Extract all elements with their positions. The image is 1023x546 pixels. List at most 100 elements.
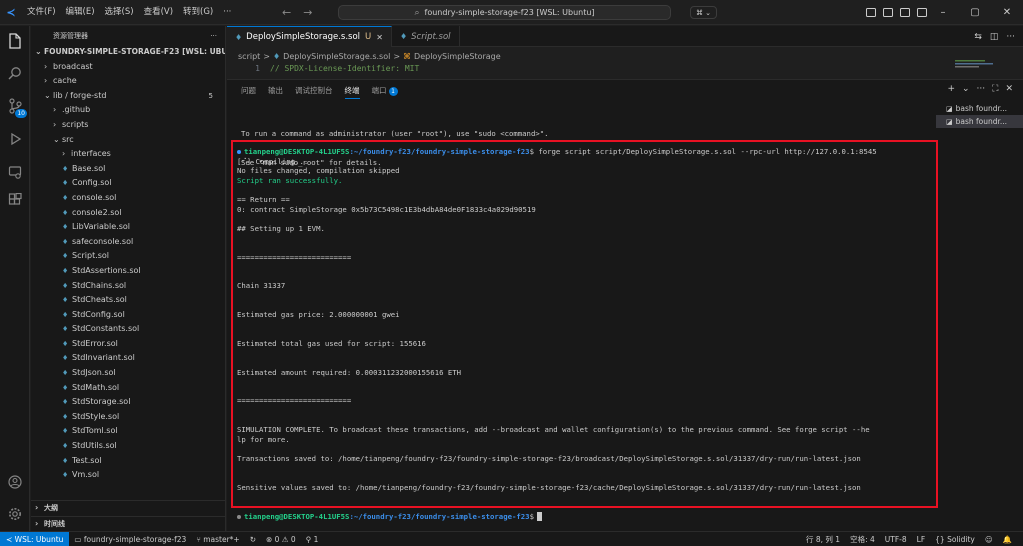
tree-file[interactable]: ♦ StdJson.sol xyxy=(31,366,225,381)
toggle-secondary-sidebar-icon[interactable] xyxy=(900,8,910,17)
copilot-status-icon[interactable]: ☺ xyxy=(980,535,998,544)
tree-folder[interactable]: › cache xyxy=(31,74,225,89)
terminal-dropdown-icon[interactable]: ⌄ xyxy=(962,84,970,94)
tree-file[interactable]: ♦ StdError.sol xyxy=(31,337,225,352)
tree-folder[interactable]: ⌄ src xyxy=(31,133,225,148)
tab-terminal[interactable]: 终端 xyxy=(344,85,360,99)
tab-script-sol[interactable]: ♦ Script.sol xyxy=(392,26,460,47)
terminal-output[interactable]: tianpeng@DESKTOP-4L1UF5S:~/foundry-f23/f… xyxy=(237,147,937,522)
explorer-more-icon[interactable]: ··· xyxy=(210,32,217,40)
tree-file[interactable]: ♦ StdStyle.sol xyxy=(31,410,225,425)
remote-explorer-icon[interactable] xyxy=(5,162,25,182)
problems-indicator[interactable]: ⊗ 0 ⚠ 0 xyxy=(261,535,301,544)
tree-file[interactable]: ♦ Config.sol xyxy=(31,176,225,191)
tree-folder[interactable]: › .github xyxy=(31,103,225,118)
project-indicator[interactable]: ▭ foundry-simple-storage-f23 xyxy=(69,535,191,544)
tab-output[interactable]: 输出 xyxy=(268,85,283,99)
timeline-section[interactable]: › 时间线 xyxy=(31,516,225,531)
outline-section[interactable]: › 大纲 xyxy=(31,500,225,515)
terminal-instance-active[interactable]: ◪ bash foundr... xyxy=(936,115,1023,128)
command-center-search[interactable]: ⌕ foundry-simple-storage-f23 [WSL: Ubunt… xyxy=(338,5,671,20)
breadcrumb-file[interactable]: DeploySimpleStorage.s.sol xyxy=(283,52,390,61)
tree-file[interactable]: ♦ LibVariable.sol xyxy=(31,220,225,235)
extensions-icon[interactable] xyxy=(5,190,25,210)
tree-file[interactable]: ♦ Base.sol xyxy=(31,162,225,177)
source-control-icon[interactable]: 10 xyxy=(5,96,27,118)
close-tab-icon[interactable]: ✕ xyxy=(376,33,383,42)
close-panel-icon[interactable]: ✕ xyxy=(1005,84,1013,94)
customize-layout-icon[interactable] xyxy=(917,8,927,17)
explorer-title: 资源管理器 xyxy=(53,31,88,40)
menu-edit[interactable]: 编辑(E) xyxy=(61,0,100,25)
split-editor-icon[interactable]: ◫ xyxy=(990,32,999,42)
minimize-button[interactable]: – xyxy=(927,7,959,18)
search-view-icon[interactable] xyxy=(5,63,25,83)
tree-file[interactable]: ♦ StdUtils.sol xyxy=(31,439,225,454)
tab-deploy-simple-storage[interactable]: ♦ DeploySimpleStorage.s.sol U ✕ xyxy=(227,26,392,47)
tree-file[interactable]: ♦ StdConstants.sol xyxy=(31,322,225,337)
indentation[interactable]: 空格: 4 xyxy=(845,534,880,545)
cursor-position[interactable]: 行 8, 列 1 xyxy=(801,534,845,545)
tree-folder[interactable]: ⌄ lib / forge-std 5 xyxy=(31,89,225,104)
run-debug-icon[interactable] xyxy=(5,129,25,149)
more-actions-icon[interactable]: ··· xyxy=(1006,32,1015,42)
menu-selection[interactable]: 选择(S) xyxy=(100,0,139,25)
notifications-bell-icon[interactable]: 🔔 xyxy=(998,535,1017,544)
back-arrow-icon[interactable]: ← xyxy=(282,6,291,19)
maximize-panel-icon[interactable]: ⛶ xyxy=(992,84,998,94)
menu-file[interactable]: 文件(F) xyxy=(22,0,61,25)
tree-file[interactable]: ♦ console2.sol xyxy=(31,206,225,221)
breadcrumb-symbol[interactable]: DeploySimpleStorage xyxy=(414,52,501,61)
tree-file[interactable]: ♦ Script.sol xyxy=(31,249,225,264)
tree-folder[interactable]: › scripts xyxy=(31,118,225,133)
editor-line[interactable]: 1 // SPDX-License-Identifier: MIT xyxy=(238,64,419,78)
tree-item-label: Test.sol xyxy=(72,455,102,465)
language-mode[interactable]: {} Solidity xyxy=(930,535,980,544)
tree-file[interactable]: ♦ Vm.sol xyxy=(31,468,225,483)
tree-file[interactable]: ♦ StdInvariant.sol xyxy=(31,351,225,366)
tree-file[interactable]: ♦ StdAssertions.sol xyxy=(31,264,225,279)
tree-item-label: console2.sol xyxy=(72,207,122,217)
copilot-button[interactable]: ⌘ ⌄ xyxy=(690,6,717,19)
tree-file[interactable]: ♦ StdConfig.sol xyxy=(31,308,225,323)
end-of-line[interactable]: LF xyxy=(912,535,931,544)
menu-more[interactable]: ··· xyxy=(218,0,236,25)
sync-icon[interactable]: ↻ xyxy=(245,535,261,544)
new-terminal-icon[interactable]: + xyxy=(947,84,955,94)
settings-gear-icon[interactable] xyxy=(5,504,25,524)
tree-folder[interactable]: › interfaces xyxy=(31,147,225,162)
remote-indicator[interactable]: ≺ WSL: Ubuntu xyxy=(0,531,70,546)
toggle-panel-icon[interactable] xyxy=(883,8,893,17)
close-window-button[interactable]: ✕ xyxy=(991,7,1023,18)
menu-view[interactable]: 查看(V) xyxy=(139,0,178,25)
tree-file[interactable]: ♦ console.sol xyxy=(31,191,225,206)
accounts-icon[interactable] xyxy=(5,472,25,492)
minimap[interactable] xyxy=(955,54,1015,74)
tree-file[interactable]: ♦ StdToml.sol xyxy=(31,424,225,439)
tree-folder[interactable]: › broadcast xyxy=(31,60,225,75)
ports-indicator[interactable]: ⚲ 1 xyxy=(301,535,324,544)
tree-file[interactable]: ♦ Test.sol xyxy=(31,454,225,469)
tree-file[interactable]: ♦ StdChains.sol xyxy=(31,279,225,294)
maximize-button[interactable]: ▢ xyxy=(959,7,991,18)
tab-problems[interactable]: 问题 xyxy=(241,85,256,99)
tree-file[interactable]: ♦ StdStorage.sol xyxy=(31,395,225,410)
tree-item-label: StdToml.sol xyxy=(72,426,118,436)
workspace-root[interactable]: ⌄FOUNDRY-SIMPLE-STORAGE-F23 [WSL: UBUNTU… xyxy=(31,45,225,60)
terminal-instance[interactable]: ◪ bash foundr... xyxy=(936,102,1023,115)
branch-indicator[interactable]: ⑂ master*+ xyxy=(191,535,244,544)
terminal-success-line: Script ran successfully. xyxy=(237,175,343,185)
breadcrumb-folder[interactable]: script xyxy=(238,52,260,61)
tab-ports[interactable]: 端口 1 xyxy=(372,85,398,99)
toggle-primary-sidebar-icon[interactable] xyxy=(866,8,876,17)
tree-file[interactable]: ♦ StdMath.sol xyxy=(31,381,225,396)
encoding[interactable]: UTF-8 xyxy=(880,535,912,544)
tree-file[interactable]: ♦ safeconsole.sol xyxy=(31,235,225,250)
menu-go[interactable]: 转到(G) xyxy=(178,0,218,25)
tree-file[interactable]: ♦ StdCheats.sol xyxy=(31,293,225,308)
panel-more-icon[interactable]: ··· xyxy=(977,84,986,94)
tab-debug-console[interactable]: 调试控制台 xyxy=(295,85,333,99)
compare-icon[interactable]: ⇆ xyxy=(974,32,982,42)
explorer-icon[interactable] xyxy=(5,31,25,51)
forward-arrow-icon[interactable]: → xyxy=(303,6,312,19)
